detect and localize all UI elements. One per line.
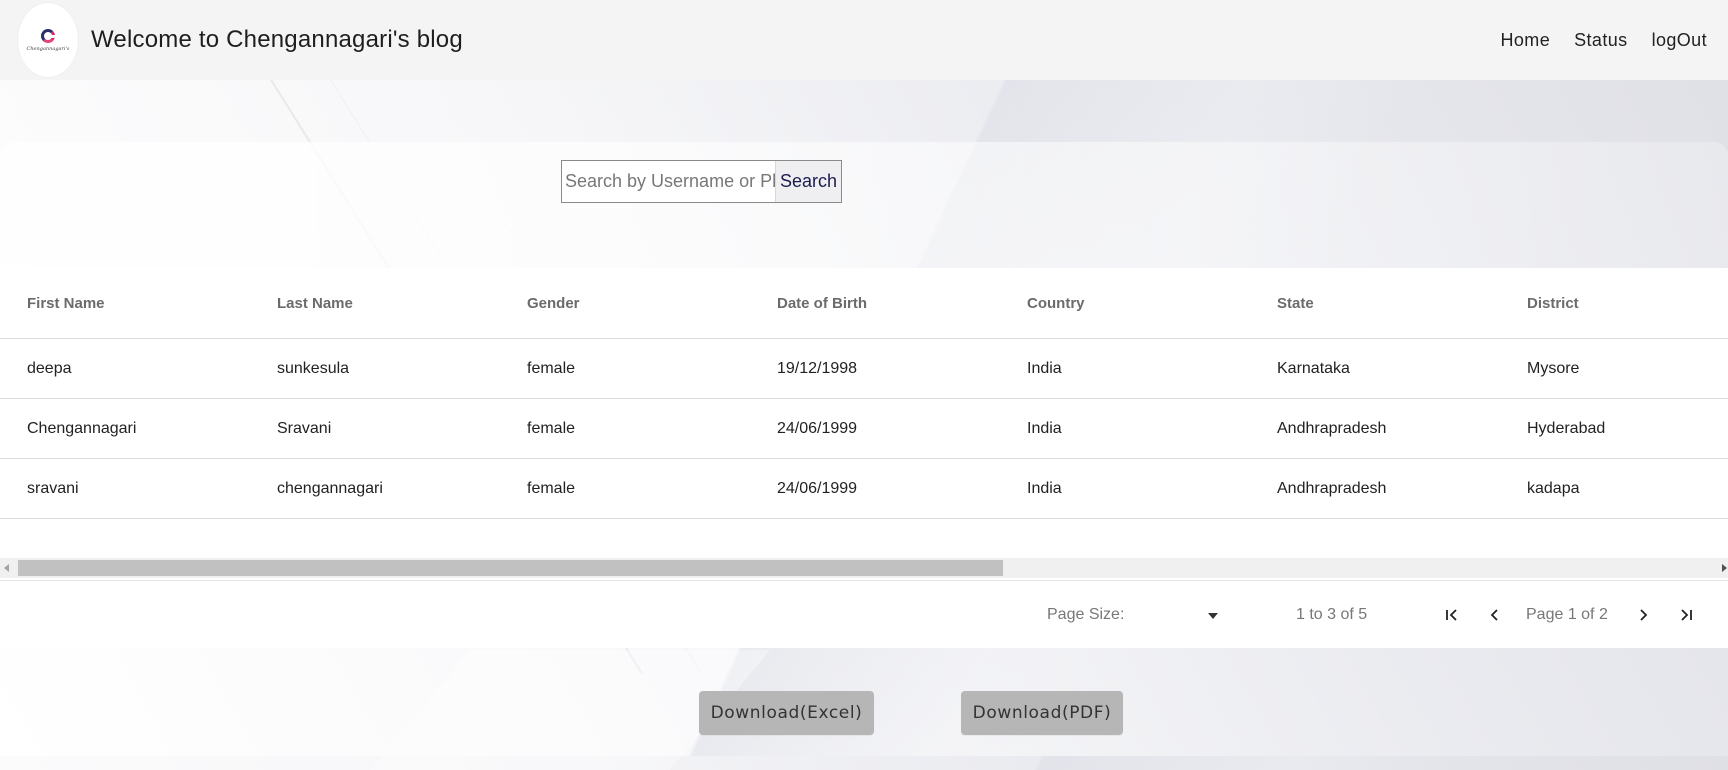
search-panel: Search — [0, 142, 1728, 268]
cell-district: kadapa — [1527, 479, 1580, 497]
logo-c-icon — [41, 28, 56, 43]
cell-last-name: sunkesula — [277, 359, 350, 377]
horizontal-scrollbar[interactable] — [0, 558, 1728, 578]
page-status: Page 1 of 2 — [1526, 606, 1608, 623]
row-summary: 1 to 3 of 5 — [1296, 606, 1368, 623]
last-page-button[interactable] — [1675, 581, 1697, 649]
column-header-country[interactable]: Country — [1000, 295, 1250, 312]
cell-date-of-birth: 24/06/1999 — [777, 419, 858, 437]
cell-first-name: deepa — [27, 359, 72, 377]
pagination-panel: Page Size: 1 to 3 of 5 Page 1 of 2 — [0, 580, 1728, 649]
first-page-icon — [1446, 609, 1457, 621]
download-pdf-button[interactable]: Download(PDF) — [961, 691, 1123, 735]
nav-status[interactable]: Status — [1574, 30, 1627, 51]
chevron-down-icon — [1208, 613, 1218, 619]
scrollbar-thumb[interactable] — [18, 560, 1003, 576]
cell-state: Andhrapradesh — [1277, 419, 1387, 437]
column-header-date-of-birth[interactable]: Date of Birth — [750, 295, 1000, 312]
grid-header-row: First Name Last Name Gender Date of Birt… — [0, 268, 1728, 339]
last-page-icon — [1681, 609, 1692, 621]
column-header-last-name[interactable]: Last Name — [250, 295, 500, 312]
logo-text: Chengannagari's — [26, 45, 70, 52]
cell-gender: female — [527, 359, 576, 377]
cell-state: Andhrapradesh — [1277, 479, 1387, 497]
users-grid: First Name Last Name Gender Date of Birt… — [0, 268, 1728, 648]
next-page-button[interactable] — [1632, 581, 1654, 649]
site-title: Welcome to Chengannagari's blog — [91, 26, 463, 53]
table-row[interactable]: Chengannagari Sravani female 24/06/1999 … — [0, 399, 1728, 459]
cell-country: India — [1027, 419, 1062, 437]
next-page-icon — [1640, 609, 1648, 621]
table-row[interactable]: deepa sunkesula female 19/12/1998 India … — [0, 339, 1728, 399]
nav-home[interactable]: Home — [1501, 30, 1551, 51]
cell-country: India — [1027, 359, 1062, 377]
cell-date-of-birth: 24/06/1999 — [777, 479, 858, 497]
previous-page-button[interactable] — [1484, 581, 1506, 649]
previous-page-icon — [1490, 609, 1498, 621]
scroll-left-arrow-icon[interactable] — [4, 564, 9, 572]
download-excel-button[interactable]: Download(Excel) — [699, 691, 874, 735]
cell-last-name: Sravani — [277, 419, 332, 437]
page-size-label: Page Size: — [1047, 606, 1125, 623]
scroll-right-arrow-icon[interactable] — [1722, 564, 1727, 572]
cell-first-name: Chengannagari — [27, 419, 137, 437]
site-logo[interactable]: Chengannagari's — [18, 3, 78, 77]
column-header-district[interactable]: District — [1500, 295, 1728, 312]
cell-gender: female — [527, 479, 576, 497]
cell-state: Karnataka — [1277, 359, 1350, 377]
cell-district: Hyderabad — [1527, 419, 1606, 437]
column-header-gender[interactable]: Gender — [500, 295, 750, 312]
page-size-select[interactable] — [1208, 581, 1218, 649]
search-button[interactable]: Search — [775, 161, 841, 202]
search-input[interactable] — [562, 161, 775, 202]
table-row[interactable]: sravani chengannagari female 24/06/1999 … — [0, 459, 1728, 519]
search-bar: Search — [561, 160, 842, 203]
column-header-state[interactable]: State — [1250, 295, 1500, 312]
main-nav: Home Status logOut — [1477, 30, 1708, 51]
nav-logout[interactable]: logOut — [1652, 30, 1707, 51]
cell-first-name: sravani — [27, 479, 79, 497]
cell-country: India — [1027, 479, 1062, 497]
cell-last-name: chengannagari — [277, 479, 383, 497]
cell-gender: female — [527, 419, 576, 437]
cell-date-of-birth: 19/12/1998 — [777, 359, 858, 377]
column-header-first-name[interactable]: First Name — [0, 295, 250, 312]
first-page-button[interactable] — [1441, 581, 1463, 649]
cell-district: Mysore — [1527, 359, 1580, 377]
top-navbar: Chengannagari's Welcome to Chengannagari… — [0, 0, 1728, 80]
